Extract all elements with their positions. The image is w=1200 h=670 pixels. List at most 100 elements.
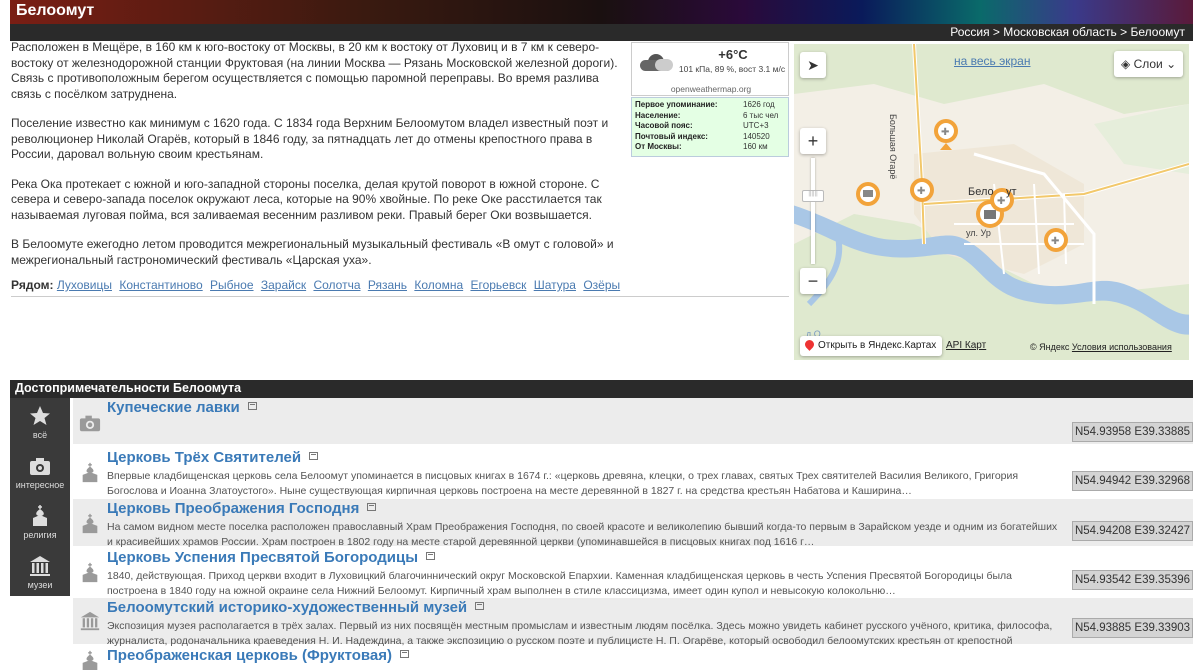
- church-icon: [82, 562, 98, 583]
- article-text: Расположен в Мещёре, в 160 км к юго-вост…: [11, 40, 621, 282]
- camera-icon: [30, 458, 50, 475]
- external-link-icon[interactable]: [426, 552, 436, 560]
- nearby-link[interactable]: Озёры: [583, 278, 620, 292]
- svg-text:✚: ✚: [941, 127, 949, 138]
- sight-title-link[interactable]: Белоомутский историко-художественный муз…: [107, 599, 485, 616]
- external-link-icon[interactable]: [400, 650, 410, 658]
- nearby-link[interactable]: Рыбное: [210, 278, 253, 292]
- navigation-arrow-icon: ➤: [807, 57, 819, 73]
- header-banner: Белоомут: [10, 0, 1193, 24]
- filter-interesting[interactable]: интересное: [10, 448, 70, 498]
- sight-title-link[interactable]: Церковь Успения Пресвятой Богородицы: [107, 549, 436, 566]
- info-row: Первое упоминание: 1626 год: [635, 100, 775, 109]
- church-icon: [33, 505, 47, 526]
- sight-row[interactable]: Белоомутский историко-художественный муз…: [73, 598, 1193, 647]
- nearby-link[interactable]: Егорьевск: [470, 278, 526, 292]
- nearby-label: Рядом:: [11, 278, 54, 292]
- zoom-slider-handle[interactable]: ||||||: [802, 190, 824, 202]
- weather-temperature: +6°C: [718, 47, 748, 62]
- sight-title-link[interactable]: Церковь Трёх Святителей: [107, 449, 319, 466]
- terms-link[interactable]: Условия использования: [1072, 342, 1172, 352]
- town-label: Бело: [968, 186, 994, 198]
- api-link[interactable]: API Карт: [946, 340, 986, 351]
- sight-coordinates: N54.93542 E39.35396: [1072, 570, 1193, 590]
- svg-text:✚: ✚: [997, 196, 1005, 207]
- external-link-icon[interactable]: [367, 503, 377, 511]
- sight-coordinates: N54.93958 E39.33885: [1072, 422, 1193, 442]
- nearby-link[interactable]: Шатура: [534, 278, 576, 292]
- map-pin-icon: [803, 338, 816, 351]
- layers-button[interactable]: ◈ Слои ⌄: [1114, 51, 1183, 77]
- sights-filter-sidebar: всё интересное религия музеи: [10, 398, 70, 596]
- nearby-towns: Рядом: Луховицы Константиново Рыбное Зар…: [11, 278, 624, 292]
- town-info-box: Первое упоминание: 1626 год Население: 6 т…: [631, 97, 789, 157]
- paragraph: Расположен в Мещёре, в 160 км к юго-вост…: [11, 40, 618, 101]
- fullscreen-link[interactable]: на весь экран: [954, 54, 1030, 68]
- church-icon: [82, 513, 98, 534]
- paragraph: Поселение известно как минимум с 1620 го…: [11, 116, 609, 161]
- paragraph: Река Ока протекает с южной и юго-западно…: [11, 176, 602, 222]
- map-canvas[interactable]: ✚ ✚ ✚ ✚: [794, 44, 1189, 360]
- yandex-map[interactable]: ✚ ✚ ✚ ✚ Большая Огарё Бело ут ул. Ур д О…: [794, 44, 1189, 360]
- weather-widget: +6°C 101 кПа, 89 %, вост 3.1 м/с openwea…: [631, 42, 789, 96]
- nearby-link[interactable]: Луховицы: [57, 278, 112, 292]
- town-label-end: ут: [1006, 186, 1017, 198]
- sight-title-link[interactable]: Преображенская церковь (Фруктовая): [107, 647, 410, 664]
- info-row: Часовой пояс: UTC+3: [635, 121, 769, 131]
- camera-marker[interactable]: [856, 182, 880, 206]
- sights-header: Достопримечательности Белоомута: [10, 380, 1193, 398]
- chevron-down-icon: ⌄: [1166, 57, 1177, 71]
- sight-coordinates: N54.93885 E39.33903: [1072, 618, 1193, 638]
- layers-label: Слои: [1133, 57, 1163, 71]
- museum-icon: [80, 611, 100, 631]
- map-copyright: © Яндекс Условия использования: [1030, 342, 1172, 352]
- church-marker[interactable]: ✚: [910, 178, 934, 202]
- external-link-icon[interactable]: [475, 602, 485, 610]
- sight-title-link[interactable]: Церковь Преображения Господня: [107, 500, 377, 517]
- sight-coordinates: N54.94208 E39.32427: [1072, 521, 1193, 541]
- zoom-slider-track[interactable]: [811, 158, 815, 264]
- church-icon: [82, 650, 98, 670]
- nearby-link[interactable]: Солотча: [313, 278, 360, 292]
- church-icon: [82, 462, 98, 483]
- church-marker[interactable]: ✚: [934, 119, 958, 150]
- divider: [11, 296, 789, 297]
- weather-source[interactable]: openweathermap.org: [632, 84, 790, 94]
- sight-title-link[interactable]: Купеческие лавки: [107, 399, 257, 416]
- weather-details: 101 кПа, 89 %, вост 3.1 м/с: [678, 64, 786, 74]
- street-label: Большая Огарё: [888, 114, 898, 180]
- nearby-link[interactable]: Константиново: [119, 278, 202, 292]
- sight-row[interactable]: Церковь Успения Пресвятой Богородицы 184…: [73, 548, 1193, 597]
- nearby-link[interactable]: Зарайск: [261, 278, 306, 292]
- cloud-icon: [640, 54, 674, 72]
- sight-row[interactable]: Купеческие лавки N54.93958 E39.33885: [73, 398, 1193, 444]
- sight-row[interactable]: Церковь Преображения Господня На самом в…: [73, 499, 1193, 548]
- info-row: От Москвы: 160 км: [635, 142, 768, 152]
- museum-icon: [30, 556, 50, 576]
- sight-coordinates: N54.94942 E39.32968: [1072, 471, 1193, 491]
- street-label: ул. Ур: [966, 228, 991, 238]
- paragraph: В Белоомуте ежегодно летом проводится ме…: [11, 237, 614, 267]
- filter-museums[interactable]: музеи: [10, 548, 70, 598]
- breadcrumb[interactable]: Россия > Московская область > Белоомут: [10, 24, 1193, 41]
- page-title: Белоомут: [16, 2, 95, 19]
- sight-description: На самом видном месте поселка расположен…: [107, 521, 1058, 548]
- external-link-icon[interactable]: [309, 452, 319, 460]
- zoom-control[interactable]: + |||||| −: [800, 128, 826, 298]
- zoom-out-button[interactable]: −: [800, 268, 826, 294]
- filter-all[interactable]: всё: [10, 398, 70, 448]
- external-link-icon[interactable]: [247, 402, 257, 410]
- church-marker[interactable]: ✚: [1044, 228, 1068, 252]
- nearby-link[interactable]: Коломна: [414, 278, 463, 292]
- open-in-yandex-button[interactable]: Открыть в Яндекс.Картах: [800, 336, 943, 356]
- info-row: Население: 6 тыс чел: [635, 110, 779, 120]
- sight-row[interactable]: Церковь Трёх Святителей Впервые кладбище…: [73, 448, 1193, 498]
- sight-row[interactable]: Преображенская церковь (Фруктовая): [73, 646, 1193, 670]
- star-icon: [30, 406, 50, 425]
- filter-religion[interactable]: религия: [10, 498, 70, 548]
- geolocation-button[interactable]: ➤: [800, 52, 826, 78]
- zoom-in-button[interactable]: +: [800, 128, 826, 154]
- nearby-link[interactable]: Рязань: [368, 278, 407, 292]
- camera-icon: [79, 415, 101, 432]
- info-row: Почтовый индекс: 140520: [635, 131, 770, 141]
